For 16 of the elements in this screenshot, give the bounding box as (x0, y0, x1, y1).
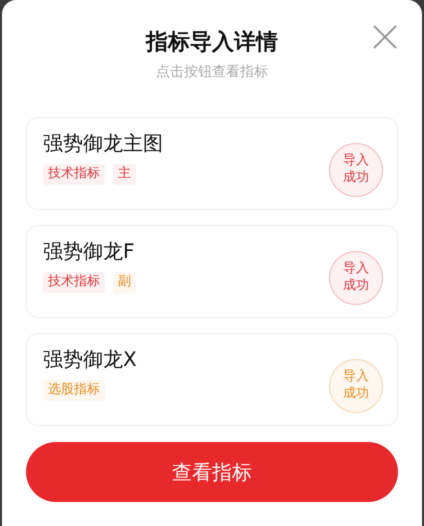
import-success-stamp: 导入成功 (329, 250, 383, 305)
type-tag: 技术指标 (43, 272, 105, 294)
indicator-name: 强势御龙X (43, 346, 137, 372)
close-icon (372, 24, 398, 50)
view-indicators-button[interactable]: 查看指标 (26, 442, 398, 502)
dialog-title: 指标导入详情 (146, 30, 278, 56)
indicator-name: 强势御龙F (43, 238, 136, 264)
type-tag: 选股指标 (43, 380, 105, 402)
import-success-stamp: 导入成功 (329, 142, 383, 197)
type-tag: 主 (113, 164, 136, 186)
type-tag: 副 (113, 272, 136, 294)
close-button[interactable] (372, 24, 398, 50)
type-tag: 技术指标 (43, 164, 105, 186)
import-success-stamp: 导入成功 (329, 358, 383, 413)
dialog-subtitle: 点击按钮查看指标 (156, 63, 268, 82)
indicator-name: 强势御龙主图 (43, 130, 163, 156)
